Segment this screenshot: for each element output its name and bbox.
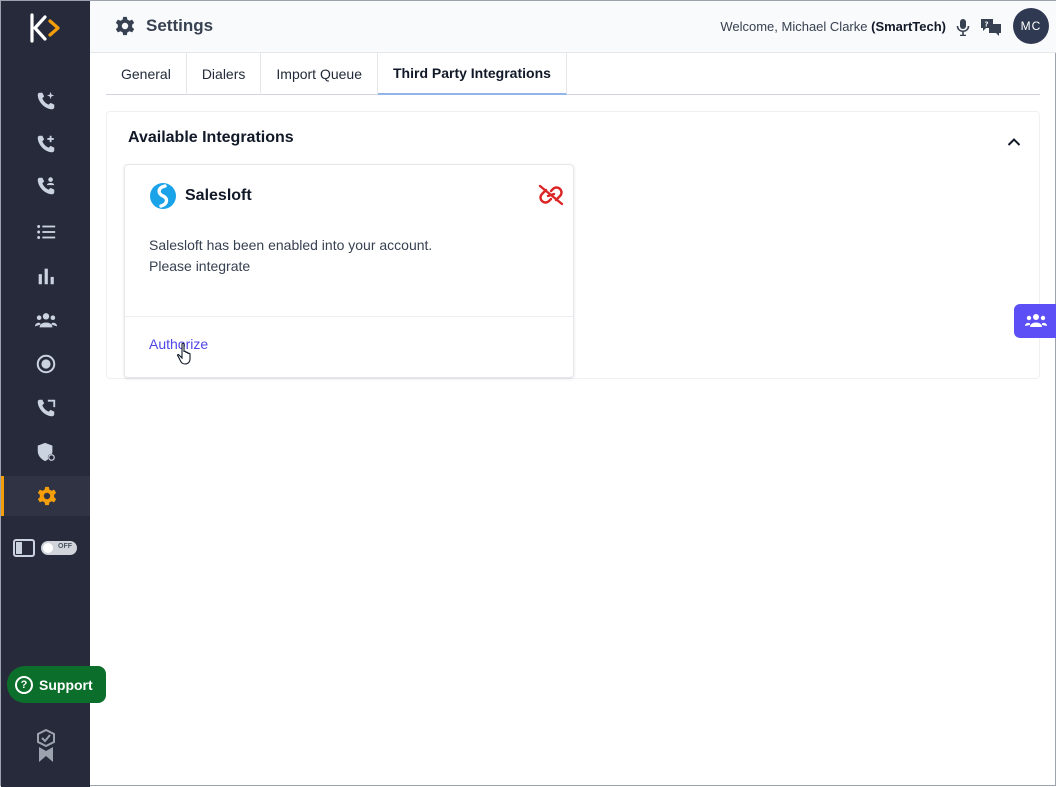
gear-icon	[115, 16, 135, 36]
sidebar-item-power-dialer[interactable]	[1, 81, 90, 121]
card-footer: Authorize	[125, 316, 573, 377]
list-icon	[36, 225, 55, 239]
shield-icon	[37, 442, 55, 462]
integration-name: Salesloft	[185, 187, 252, 204]
tab-import-queue[interactable]: Import Queue	[261, 53, 378, 95]
support-label: Support	[39, 676, 93, 693]
integrations-panel: Available Integrations Salesloft Saleslo…	[106, 111, 1040, 379]
sidebar-item-recordings[interactable]	[1, 344, 90, 384]
sidebar-item-settings[interactable]	[1, 476, 90, 516]
user-avatar[interactable]: MC	[1013, 8, 1049, 44]
welcome-user: Welcome, Michael Clarke	[720, 19, 868, 34]
phone-users-icon	[37, 177, 54, 195]
bar-chart-icon	[38, 268, 54, 285]
hand-pointer-cursor-icon	[177, 342, 191, 365]
record-icon	[36, 354, 55, 374]
view-toggle-row: OFF	[13, 539, 77, 557]
phone-plus-icon	[37, 135, 54, 153]
sidebar-item-dialer[interactable]	[1, 124, 90, 164]
support-button[interactable]: ? Support	[7, 666, 106, 703]
card-header: Salesloft	[149, 182, 252, 210]
chat-help-icon[interactable]: ?	[980, 18, 1002, 41]
tab-third-party-integrations[interactable]: Third Party Integrations	[378, 53, 567, 95]
sidebar-item-call-routing[interactable]	[1, 388, 90, 428]
app-window: OFF ? Support Settings Welcome, Michael …	[0, 0, 1056, 787]
company-name: (SmartTech)	[871, 19, 946, 34]
sidebar: OFF ? Support	[1, 1, 106, 787]
integration-card-salesloft: Salesloft Salesloft has been enabled int…	[124, 164, 574, 378]
description-line-1: Salesloft has been enabled into your acc…	[149, 237, 433, 253]
kixie-logo[interactable]	[29, 13, 63, 43]
settings-tabs: General Dialers Import Queue Third Party…	[106, 53, 1040, 95]
sidebar-item-security[interactable]	[1, 432, 90, 472]
sidebar-item-team-calls[interactable]	[1, 166, 90, 206]
help-icon: ?	[15, 675, 33, 694]
svg-text:?: ?	[985, 21, 989, 29]
chevron-up-icon[interactable]	[1007, 134, 1021, 152]
sidebar-item-contacts[interactable]	[1, 300, 90, 340]
panel-icon	[13, 539, 35, 557]
integration-description: Salesloft has been enabled into your acc…	[149, 235, 549, 277]
page-title-wrap: Settings	[114, 15, 213, 37]
floating-team-button[interactable]	[1014, 304, 1056, 338]
phone-transfer-icon	[37, 399, 55, 417]
badge-check-icon[interactable]	[36, 728, 56, 768]
gear-icon	[37, 486, 57, 506]
page-title: Settings	[146, 16, 214, 35]
toggle-state-label: OFF	[58, 543, 72, 550]
phone-sparkle-icon	[37, 91, 54, 110]
top-header: Settings Welcome, Michael Clarke (SmartT…	[90, 1, 1056, 53]
salesloft-logo-icon	[150, 183, 176, 209]
unlink-icon[interactable]	[537, 183, 565, 212]
panel-title: Available Integrations	[128, 129, 294, 146]
view-toggle[interactable]: OFF	[41, 541, 77, 555]
users-icon	[1024, 314, 1047, 327]
toggle-knob	[43, 543, 53, 553]
microphone-icon[interactable]	[956, 18, 970, 41]
users-icon	[34, 313, 57, 328]
tab-dialers[interactable]: Dialers	[187, 53, 262, 95]
sidebar-item-lists[interactable]	[1, 212, 90, 252]
tab-general[interactable]: General	[106, 53, 187, 95]
welcome-text: Welcome, Michael Clarke (SmartTech)	[720, 19, 946, 34]
description-line-2: Please integrate	[149, 258, 251, 274]
sidebar-item-reports[interactable]	[1, 256, 90, 296]
